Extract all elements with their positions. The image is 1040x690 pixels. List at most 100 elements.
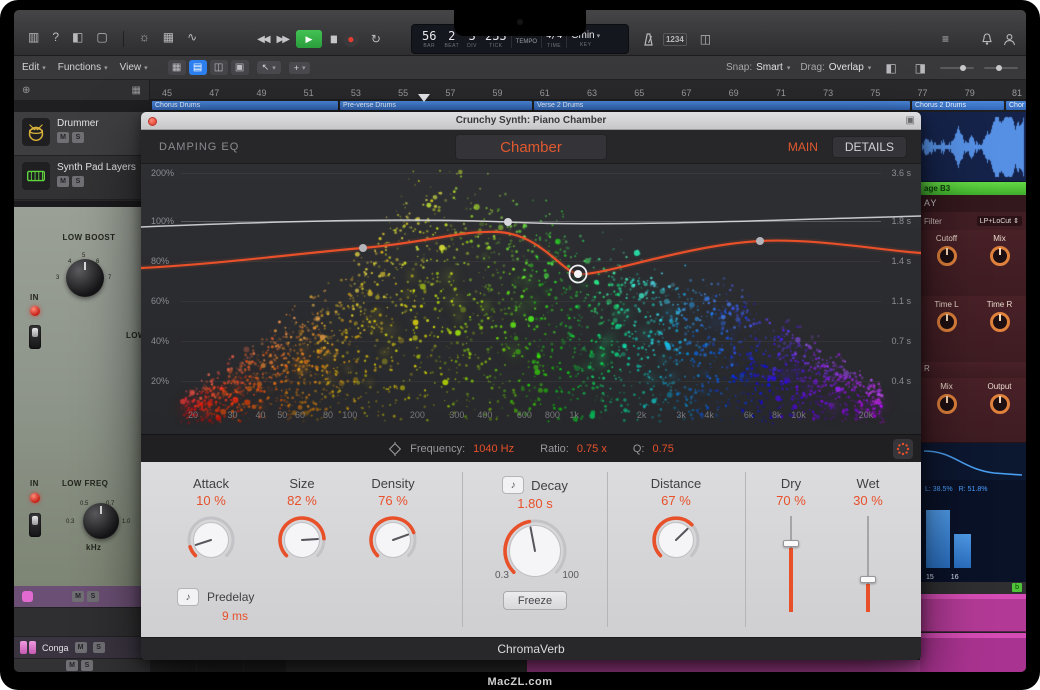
dry-slider[interactable] <box>781 514 801 614</box>
window-menu-icon[interactable]: ▣ <box>906 115 915 126</box>
ratio-value[interactable]: 0.75 x <box>577 443 607 455</box>
selected-eq-point[interactable] <box>574 270 582 278</box>
rack-knob-cutoff[interactable]: Cutoff <box>920 230 973 296</box>
close-button[interactable] <box>148 117 157 126</box>
low-freq-knob[interactable] <box>83 503 119 539</box>
low-boost-knob[interactable] <box>66 259 104 297</box>
mute-button[interactable]: M <box>75 642 87 653</box>
track-add-icon[interactable]: ⊕ <box>22 85 30 96</box>
midi-region[interactable] <box>920 594 1026 632</box>
panel-view-icon[interactable]: ▣ <box>231 60 249 75</box>
mute-button[interactable]: M <box>66 660 78 671</box>
damping-curve[interactable] <box>141 216 921 227</box>
stop-button[interactable]: ▮▮ <box>330 34 335 45</box>
mute-button[interactable]: M <box>72 591 84 602</box>
room-type-selector[interactable]: Chamber <box>455 134 607 160</box>
track-header-drummer[interactable]: DrummerMS <box>14 112 149 156</box>
rewind-button[interactable]: ◀◀ <box>257 34 268 45</box>
marker-region[interactable]: Chorus Drums <box>152 101 338 110</box>
density-value[interactable]: 76 % <box>351 493 435 508</box>
tab-main[interactable]: MAIN <box>788 140 818 154</box>
count-in-icon[interactable]: 1234 <box>663 33 687 46</box>
rack-knob-mix[interactable]: Mix <box>920 378 973 442</box>
rack-knob-time-r[interactable]: Time R <box>973 296 1026 362</box>
grid-view-icon[interactable]: ▦ <box>168 60 186 75</box>
audio-region-waveform[interactable] <box>920 112 1026 182</box>
marker-region[interactable]: Chorus 2 Drums <box>912 101 1004 110</box>
size-knob[interactable] <box>276 514 328 566</box>
empty-track-row[interactable] <box>14 608 150 637</box>
distance-knob[interactable] <box>650 514 702 566</box>
filter-mode-selector[interactable]: LP+LoCut ⇕ <box>977 216 1022 226</box>
slider-handle[interactable] <box>860 576 876 583</box>
bell-icon[interactable] <box>981 33 993 46</box>
drag-selector[interactable]: Drag: Overlap ▾ <box>800 62 871 73</box>
timeline-ruler[interactable]: ⊕ ▦ 454749515355575961636567697173757779… <box>14 80 1026 100</box>
predelay-value[interactable]: 9 ms <box>207 609 263 623</box>
eq-point[interactable] <box>504 218 512 226</box>
frequency-value[interactable]: 1040 Hz <box>473 443 514 455</box>
solo-button[interactable]: S <box>81 660 93 671</box>
zoom-v-icon[interactable]: ◨ <box>911 62 930 74</box>
inspector-icon[interactable]: ◧ <box>68 31 87 47</box>
particle-toggle-button[interactable] <box>893 439 913 459</box>
dry-value[interactable]: 70 % <box>759 493 823 508</box>
eq-curve[interactable] <box>141 232 921 274</box>
damping-eq-label[interactable]: DAMPING EQ <box>159 141 239 153</box>
freeze-button[interactable]: Freeze <box>503 591 567 610</box>
menu-edit[interactable]: Edit▾ <box>22 62 46 73</box>
rack-knob-mix[interactable]: Mix <box>973 230 1026 296</box>
toolbox-icon[interactable]: ▢ <box>92 31 111 47</box>
midi-keyboard-icon[interactable]: ◫ <box>696 33 715 45</box>
eq-point[interactable] <box>756 237 764 245</box>
size-value[interactable]: 82 % <box>260 493 344 508</box>
midi-region[interactable] <box>920 633 1026 672</box>
mute-button[interactable]: M <box>57 176 69 187</box>
zoom-h-slider-handle[interactable] <box>960 65 966 71</box>
mixer-icon[interactable]: ▦ <box>159 31 178 47</box>
menu-functions[interactable]: Functions▾ <box>58 62 108 73</box>
user-icon[interactable] <box>1003 33 1016 46</box>
zoom-v-slider[interactable] <box>984 67 1018 69</box>
q-value[interactable]: 0.75 <box>652 443 673 455</box>
chromaverb-window[interactable]: Crunchy Synth: Piano Chamber ▣ DAMPING E… <box>141 112 921 660</box>
hidden-track-row[interactable]: M S <box>14 586 150 608</box>
solo-button[interactable]: S <box>93 642 105 653</box>
track-header-conga[interactable]: Conga M S <box>14 637 150 659</box>
playhead-marker[interactable] <box>418 94 430 102</box>
rack-knob-output[interactable]: Output <box>973 378 1026 442</box>
footswitch[interactable] <box>29 325 41 349</box>
attack-value[interactable]: 10 % <box>169 493 253 508</box>
forward-button[interactable]: ▶▶ <box>277 34 288 45</box>
solo-button[interactable]: S <box>72 176 84 187</box>
quick-help-icon[interactable]: ? <box>48 31 63 47</box>
attack-knob[interactable] <box>185 514 237 566</box>
library-icon[interactable]: ▥ <box>24 31 43 47</box>
decay-knob[interactable]: 0.3 100 <box>501 517 569 585</box>
pointer-tool-selector[interactable]: ↖▾ <box>257 61 281 74</box>
menu-view[interactable]: View▾ <box>120 62 148 73</box>
snap-selector[interactable]: Snap: Smart ▾ <box>726 62 790 73</box>
cycle-button[interactable]: ↻ <box>367 33 385 45</box>
list-icon[interactable]: ≡ <box>938 33 953 45</box>
plugin-window-titlebar[interactable]: Crunchy Synth: Piano Chamber ▣ <box>141 112 921 130</box>
metronome-icon[interactable] <box>643 33 654 46</box>
editors-icon[interactable]: ∿ <box>183 31 201 47</box>
decay-sync-button[interactable]: ♪ <box>502 476 524 494</box>
wet-slider[interactable] <box>858 514 878 614</box>
secondary-tool-selector[interactable]: +▾ <box>289 62 311 74</box>
zoom-h-slider[interactable] <box>940 67 974 69</box>
track-zoom-icon[interactable]: ▦ <box>132 85 141 96</box>
record-button[interactable]: ● <box>343 31 359 47</box>
zoom-v-slider-handle[interactable] <box>996 65 1002 71</box>
track-header-synth-pad-layers[interactable]: Synth Pad LayersMS <box>14 156 149 200</box>
footswitch[interactable] <box>29 513 41 537</box>
tab-details[interactable]: DETAILS <box>832 136 907 158</box>
play-button[interactable]: ▶ <box>296 30 322 48</box>
distance-value[interactable]: 67 % <box>634 493 718 508</box>
marker-region[interactable]: Chor <box>1006 101 1026 110</box>
decay-value[interactable]: 1.80 s <box>471 496 599 511</box>
region-vintage-b3[interactable]: age B3 <box>920 182 1026 195</box>
zoom-h-icon[interactable]: ◧ <box>881 62 900 74</box>
bottom-region-strip[interactable] <box>286 660 920 672</box>
